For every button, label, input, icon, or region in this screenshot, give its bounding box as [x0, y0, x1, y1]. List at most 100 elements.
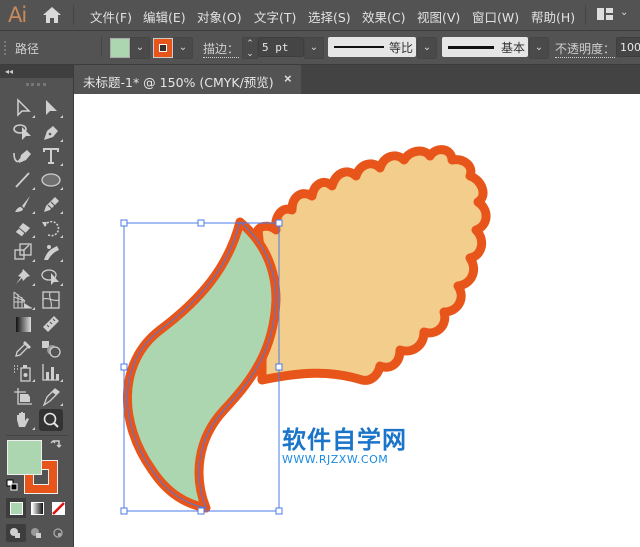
brush-line-preview: [448, 46, 494, 49]
type-tool[interactable]: [39, 145, 63, 167]
hand-tool[interactable]: [11, 409, 35, 431]
free-transform-tool[interactable]: [11, 265, 35, 287]
stroke-label[interactable]: 描边：: [203, 40, 240, 58]
close-tab-icon[interactable]: ×: [284, 71, 292, 86]
slice-tool[interactable]: [39, 385, 63, 407]
menu-view[interactable]: 视图(V): [417, 7, 460, 26]
perspective-grid-tool[interactable]: [11, 289, 35, 311]
gradient-mode-swatch: [31, 502, 44, 515]
none-icon: [52, 502, 65, 515]
puppet-warp-tool[interactable]: [39, 241, 63, 263]
blend-tool[interactable]: [39, 337, 63, 359]
artboard-icon: [14, 388, 32, 405]
menu-effect[interactable]: 效果(C): [362, 7, 405, 26]
pen-tool[interactable]: [39, 121, 63, 143]
swap-fill-stroke-icon[interactable]: [50, 439, 63, 452]
brush-label: 基本: [500, 41, 525, 55]
artwork: [120, 145, 491, 515]
handle-middle-right[interactable]: [275, 363, 283, 371]
handle-bottom-center[interactable]: [197, 507, 205, 515]
stroke-dropdown-button[interactable]: ⌄: [173, 37, 193, 59]
cloud-shape[interactable]: [253, 145, 491, 385]
draw-behind-button[interactable]: [27, 524, 47, 542]
eyedropper-tool[interactable]: [11, 337, 35, 359]
ellipse-tool[interactable]: [39, 169, 63, 191]
stroke-weight-input[interactable]: 5 pt: [258, 37, 304, 57]
draw-normal-button[interactable]: [6, 524, 26, 542]
document-tab-title: 未标题-1* @ 150% (CMYK/预览): [83, 75, 274, 90]
stroke-weight-stepper[interactable]: ⌃ ⌄: [242, 37, 258, 59]
profile-dropdown[interactable]: ⌄: [417, 37, 437, 59]
fill-swatch[interactable]: [110, 38, 130, 58]
menu-object[interactable]: 对象(O): [197, 7, 242, 26]
control-separator: [101, 37, 102, 57]
none-mode-button[interactable]: [48, 498, 68, 518]
fill-dropdown-button[interactable]: ⌄: [130, 37, 150, 59]
menu-type[interactable]: 文字(T): [254, 7, 296, 26]
menu-window[interactable]: 窗口(W): [472, 7, 519, 26]
measure-tool[interactable]: [39, 313, 63, 335]
handle-bottom-left[interactable]: [120, 507, 128, 515]
symbol-sprayer-tool[interactable]: [11, 361, 35, 383]
opacity-input[interactable]: 100%: [616, 37, 640, 57]
handle-top-center[interactable]: [197, 219, 205, 227]
opacity-label[interactable]: 不透明度：: [555, 40, 616, 58]
ruler-icon: [43, 316, 59, 332]
workspace-chevron-icon[interactable]: ⌄: [620, 7, 628, 18]
handle-bottom-right[interactable]: [275, 507, 283, 515]
toolbox-collapse-button[interactable]: ◂◂: [0, 65, 73, 78]
direct-selection-tool[interactable]: [39, 97, 63, 119]
toolbox-divider: [6, 435, 68, 436]
zoom-tool[interactable]: [39, 409, 63, 431]
handle-top-right[interactable]: [275, 219, 283, 227]
leaf-shape[interactable]: [123, 217, 281, 513]
brush-definition[interactable]: 基本: [442, 37, 528, 57]
handle-middle-left[interactable]: [120, 363, 128, 371]
handle-top-left[interactable]: [120, 219, 128, 227]
home-icon[interactable]: [42, 6, 62, 24]
menu-select[interactable]: 选择(S): [308, 7, 351, 26]
column-graph-tool[interactable]: [39, 361, 63, 383]
shaper-tool[interactable]: [39, 193, 63, 215]
variable-width-profile[interactable]: 等比: [328, 37, 416, 57]
paintbrush-tool[interactable]: [11, 193, 35, 215]
menu-file[interactable]: 文件(F): [90, 7, 132, 26]
document-tab[interactable]: 未标题-1* @ 150% (CMYK/预览) ×: [74, 65, 301, 94]
workspace-layout-icon[interactable]: [597, 8, 613, 20]
profile-label: 等比: [388, 41, 413, 55]
panel-grip[interactable]: [4, 41, 9, 55]
draw-inside-icon: [53, 528, 63, 538]
stroke-swatch-inner: [159, 44, 167, 52]
artboard-tool[interactable]: [11, 385, 35, 407]
color-mode-swatch: [10, 502, 23, 515]
magic-wand-tool[interactable]: [11, 121, 35, 143]
mesh-tool[interactable]: [39, 289, 63, 311]
scale-tool[interactable]: [11, 241, 35, 263]
menu-help[interactable]: 帮助(H): [531, 7, 575, 26]
menu-edit[interactable]: 编辑(E): [143, 7, 186, 26]
fill-color-box[interactable]: [7, 440, 42, 475]
profile-line-preview: [334, 46, 384, 48]
rotate-tool[interactable]: [39, 217, 63, 239]
color-mode-button[interactable]: [6, 498, 26, 518]
toolbox-grip[interactable]: [26, 83, 46, 90]
draw-inside-button[interactable]: [48, 524, 68, 542]
gradient-tool[interactable]: [11, 313, 35, 335]
default-fill-stroke-icon[interactable]: [6, 479, 18, 491]
stroke-swatch[interactable]: [153, 38, 173, 58]
lasso-icon: [13, 124, 31, 140]
stroke-weight-dropdown[interactable]: ⌄: [304, 37, 324, 59]
shape-builder-tool[interactable]: [39, 265, 63, 287]
artboard-canvas[interactable]: 软件自学网 WWW.RJZXW.COM: [74, 94, 640, 547]
curvature-tool[interactable]: [11, 145, 35, 167]
brush-dropdown[interactable]: ⌄: [529, 37, 549, 59]
curvature-pen-icon: [13, 150, 31, 163]
watermark-url: WWW.RJZXW.COM: [282, 453, 389, 466]
eraser-tool[interactable]: [11, 217, 35, 239]
selection-tool[interactable]: [11, 97, 35, 119]
eyedropper-icon: [15, 341, 31, 357]
draw-normal-icon: [10, 528, 20, 538]
line-segment-tool[interactable]: [11, 169, 35, 191]
draw-behind-icon: [31, 528, 41, 538]
gradient-mode-button[interactable]: [27, 498, 47, 518]
